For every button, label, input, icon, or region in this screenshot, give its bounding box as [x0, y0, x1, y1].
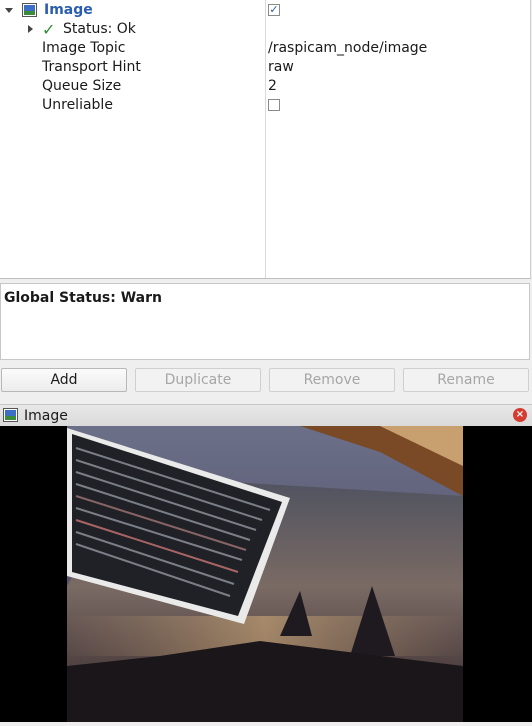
image-display-icon [3, 408, 18, 422]
collapse-arrow-icon[interactable] [5, 1, 15, 20]
unreliable-checkbox[interactable] [268, 99, 280, 111]
tree-row-label: Queue Size [42, 78, 122, 94]
enable-checkbox[interactable]: ✓ [268, 4, 280, 16]
rename-button[interactable]: Rename [403, 368, 529, 392]
image-panel-title: Image [24, 408, 68, 424]
tree-row-unreliable[interactable]: Unreliable [0, 96, 530, 115]
tree-row-label: Image [44, 2, 93, 18]
tree-row-queue-size[interactable]: Queue Size 2 [0, 77, 530, 96]
tree-row-label: Unreliable [42, 97, 113, 113]
camera-image [0, 426, 532, 722]
tree-row-label: Transport Hint [42, 59, 141, 75]
tree-row-image-topic[interactable]: Image Topic /raspicam_node/image [0, 39, 530, 58]
global-status-panel: Global Status: Warn [0, 283, 530, 360]
transport-hint-value[interactable]: raw [268, 58, 294, 77]
tree-row-label: Image Topic [42, 40, 126, 56]
displays-tree: Image ✓ ✓ Status: Ok Image Topic /raspic… [0, 0, 531, 279]
image-viewport [0, 426, 532, 722]
tree-row-image[interactable]: Image ✓ [0, 1, 530, 20]
global-status-label: Global Status: Warn [4, 290, 162, 306]
tree-row-label: Status: Ok [63, 21, 136, 37]
queue-size-value[interactable]: 2 [268, 77, 277, 96]
image-topic-value[interactable]: /raspicam_node/image [268, 39, 427, 58]
tree-row-status[interactable]: ✓ Status: Ok [0, 20, 530, 39]
checkmark-icon: ✓ [42, 20, 56, 39]
tree-row-transport-hint[interactable]: Transport Hint raw [0, 58, 530, 77]
image-panel-titlebar[interactable]: Image × [0, 404, 532, 427]
expand-arrow-icon[interactable] [26, 20, 36, 39]
remove-button[interactable]: Remove [269, 368, 395, 392]
add-button[interactable]: Add [1, 368, 127, 392]
close-icon[interactable]: × [513, 408, 527, 422]
splitter-handle[interactable] [258, 398, 274, 410]
image-display-icon [22, 3, 37, 17]
duplicate-button[interactable]: Duplicate [135, 368, 261, 392]
